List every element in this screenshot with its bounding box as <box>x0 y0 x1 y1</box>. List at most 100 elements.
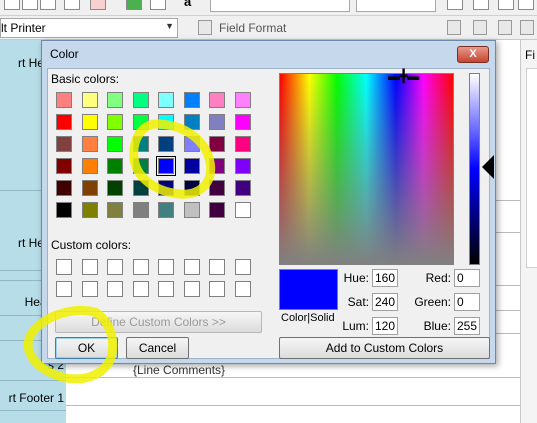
basic-color-swatch[interactable] <box>234 202 251 218</box>
basic-color-swatch[interactable] <box>56 158 72 174</box>
ok-button[interactable]: OK <box>55 337 118 359</box>
basic-color-swatch[interactable] <box>158 202 174 218</box>
basic-color-swatch[interactable] <box>234 114 251 130</box>
basic-color-swatch[interactable] <box>183 92 200 108</box>
custom-color-swatch[interactable] <box>234 259 251 275</box>
align-icon[interactable] <box>520 20 534 35</box>
basic-color-swatch[interactable] <box>209 180 225 196</box>
basic-color-swatch[interactable] <box>209 114 225 130</box>
blue-field[interactable]: 255 <box>454 317 480 335</box>
basic-color-swatch[interactable] <box>107 202 123 218</box>
cancel-button[interactable]: Cancel <box>126 337 189 359</box>
basic-color-swatch[interactable] <box>158 180 174 196</box>
image-icon[interactable] <box>126 0 142 10</box>
custom-color-swatch[interactable] <box>107 259 123 275</box>
custom-color-swatch[interactable] <box>81 259 98 275</box>
green-field[interactable]: 0 <box>454 293 480 311</box>
custom-color-swatch[interactable] <box>209 259 225 275</box>
toolbar-icon[interactable] <box>498 0 514 10</box>
custom-color-swatch[interactable] <box>158 281 174 297</box>
basic-color-swatch[interactable] <box>234 92 251 108</box>
toolbar-icon[interactable] <box>40 0 56 10</box>
basic-color-swatch[interactable] <box>158 136 174 152</box>
basic-color-swatch[interactable] <box>183 158 200 174</box>
custom-color-swatch[interactable] <box>183 281 200 297</box>
custom-color-swatch[interactable] <box>183 259 200 275</box>
custom-color-swatch[interactable] <box>56 281 72 297</box>
toolbar-icon[interactable] <box>150 0 166 10</box>
hue-field[interactable]: 160 <box>372 269 398 287</box>
basic-color-swatch[interactable] <box>234 136 251 152</box>
basic-color-swatch[interactable] <box>107 136 123 152</box>
basic-color-swatch[interactable] <box>81 136 98 152</box>
basic-color-swatch[interactable] <box>183 114 200 130</box>
red-field[interactable]: 0 <box>454 269 480 287</box>
basic-color-swatch[interactable] <box>234 180 251 196</box>
basic-color-swatch[interactable] <box>81 92 98 108</box>
custom-color-swatch[interactable] <box>107 281 123 297</box>
toolbar-icon[interactable] <box>447 0 463 10</box>
toolbar-icon[interactable] <box>64 0 80 10</box>
band-label[interactable]: rt Footer 1 <box>0 391 66 405</box>
basic-color-swatch[interactable] <box>56 202 72 218</box>
custom-color-swatch[interactable] <box>132 281 149 297</box>
luminosity-slider[interactable] <box>469 73 480 265</box>
basic-color-swatch[interactable] <box>81 114 98 130</box>
basic-color-swatch[interactable] <box>56 92 72 108</box>
align-icon[interactable] <box>447 20 461 35</box>
color-spectrum[interactable]: ▬╋▬ <box>279 70 454 265</box>
basic-color-swatch[interactable] <box>158 92 174 108</box>
basic-color-swatch[interactable] <box>183 202 200 218</box>
basic-color-swatch[interactable] <box>183 136 200 152</box>
sat-field[interactable]: 240 <box>372 293 398 311</box>
basic-color-swatch[interactable] <box>107 180 123 196</box>
basic-color-swatch[interactable] <box>56 114 72 130</box>
basic-color-swatch[interactable] <box>158 114 174 130</box>
add-to-custom-colors-button[interactable]: Add to Custom Colors <box>279 337 490 359</box>
lum-field[interactable]: 120 <box>372 317 398 335</box>
font-size-combo[interactable] <box>356 0 436 12</box>
printer-select[interactable]: lt Printer ▼ <box>0 18 178 38</box>
basic-color-swatch[interactable] <box>209 92 225 108</box>
basic-color-swatch[interactable] <box>107 92 123 108</box>
custom-color-swatch[interactable] <box>56 259 72 275</box>
toolbar-icon[interactable] <box>518 0 534 10</box>
line-comments-field[interactable]: {Line Comments} <box>133 363 225 377</box>
luminosity-arrow-icon[interactable] <box>482 155 494 179</box>
custom-color-swatch[interactable] <box>81 281 98 297</box>
define-custom-colors-button[interactable]: Define Custom Colors >> <box>55 311 262 333</box>
basic-color-swatch[interactable] <box>132 92 149 108</box>
basic-color-swatch[interactable] <box>209 202 225 218</box>
basic-color-swatch[interactable] <box>132 180 149 196</box>
basic-color-swatch[interactable] <box>81 202 98 218</box>
basic-color-swatch[interactable] <box>156 156 176 176</box>
toolbar-icon[interactable] <box>473 0 489 10</box>
align-icon[interactable] <box>498 20 512 35</box>
eraser-icon[interactable] <box>90 0 106 10</box>
basic-color-swatch[interactable] <box>81 180 98 196</box>
basic-color-swatch[interactable] <box>132 158 149 174</box>
custom-color-swatch[interactable] <box>158 259 174 275</box>
basic-color-swatch[interactable] <box>132 136 149 152</box>
toolbar-icon[interactable] <box>4 0 20 10</box>
font-name-combo[interactable] <box>210 0 350 12</box>
basic-color-swatch[interactable] <box>56 136 72 152</box>
basic-color-swatch[interactable] <box>234 158 251 174</box>
basic-color-swatch[interactable] <box>183 180 200 196</box>
basic-color-swatch[interactable] <box>132 202 149 218</box>
field-format-icon[interactable] <box>198 20 212 35</box>
basic-color-swatch[interactable] <box>56 180 72 196</box>
custom-color-swatch[interactable] <box>132 259 149 275</box>
custom-color-swatch[interactable] <box>234 281 251 297</box>
font-color-icon[interactable]: a <box>184 0 200 9</box>
custom-color-swatch[interactable] <box>209 281 225 297</box>
fields-list[interactable] <box>526 68 537 268</box>
basic-color-swatch[interactable] <box>107 158 123 174</box>
basic-color-swatch[interactable] <box>132 114 149 130</box>
basic-color-swatch[interactable] <box>209 158 225 174</box>
toolbar-icon[interactable] <box>22 0 38 10</box>
basic-color-swatch[interactable] <box>81 158 98 174</box>
close-button[interactable]: X <box>457 46 489 63</box>
basic-color-swatch[interactable] <box>107 114 123 130</box>
basic-color-swatch[interactable] <box>209 136 225 152</box>
